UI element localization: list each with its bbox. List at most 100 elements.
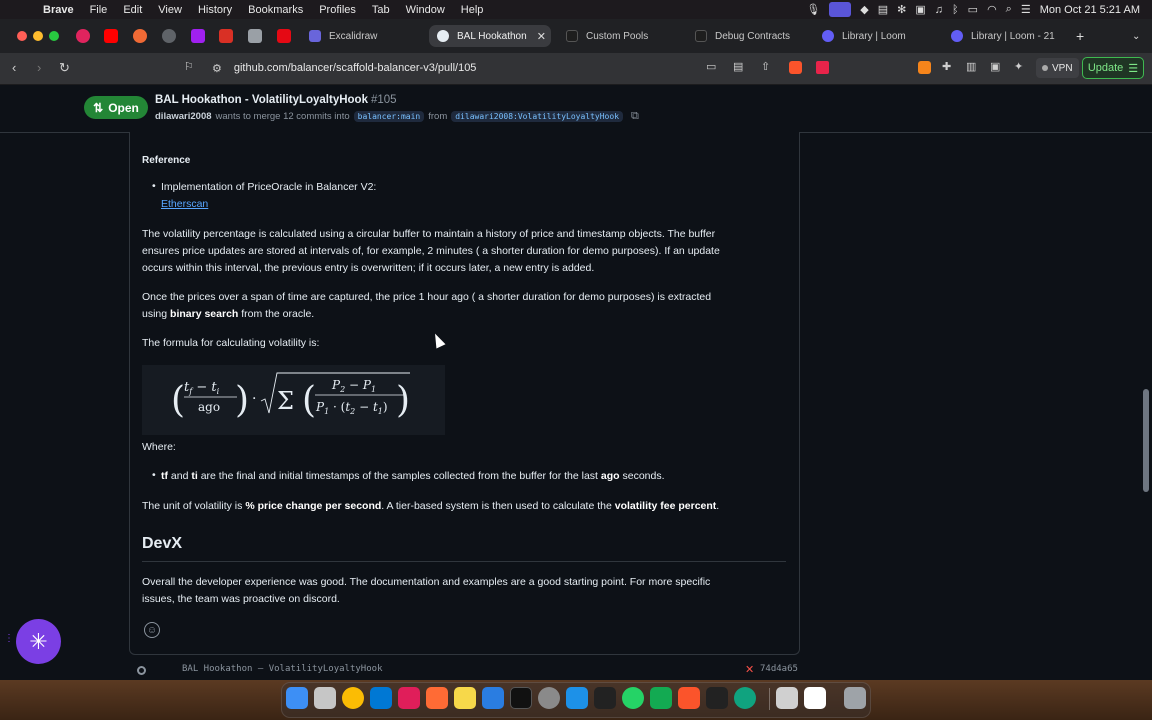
wifi-icon[interactable]: ◠	[987, 3, 997, 16]
trash-icon[interactable]	[844, 687, 866, 709]
screen-record-icon[interactable]	[829, 2, 852, 17]
menu-view[interactable]: View	[158, 4, 182, 16]
clipboard-icon[interactable]: ▤	[878, 3, 888, 16]
system-settings-icon[interactable]	[538, 687, 560, 709]
menu-window[interactable]: Window	[406, 4, 445, 16]
calendar-icon[interactable]	[804, 687, 826, 709]
tab-search-chevron-icon[interactable]: ⌄	[1132, 25, 1140, 47]
notes-icon[interactable]	[454, 687, 476, 709]
pr-author[interactable]: dilawari2008	[155, 111, 212, 122]
chrome-icon[interactable]	[342, 687, 364, 709]
pinned-tab-onenote-icon[interactable]	[191, 29, 205, 43]
mongodb-compass-icon[interactable]	[650, 687, 672, 709]
brave-shields-icon[interactable]	[789, 61, 802, 74]
back-icon[interactable]: ‹	[12, 60, 16, 75]
menu-history[interactable]: History	[198, 4, 232, 16]
reload-icon[interactable]: ↻	[59, 60, 70, 76]
microphone-icon[interactable]: 🎙	[806, 3, 820, 16]
tab-library-loom[interactable]: Library | Loom	[822, 25, 940, 47]
pinned-tab-record-icon[interactable]	[76, 29, 90, 43]
tab-debug-contracts[interactable]: Debug Contracts	[695, 25, 813, 47]
window-close-button[interactable]	[17, 31, 27, 41]
spotlight-search-icon[interactable]: ⌕	[1006, 3, 1012, 16]
postman-like-icon[interactable]	[594, 687, 616, 709]
menu-bookmarks[interactable]: Bookmarks	[248, 4, 303, 16]
pinned-tab-netflix-icon[interactable]	[277, 29, 291, 43]
finder-icon[interactable]	[286, 687, 308, 709]
close-tab-icon[interactable]: ✕	[537, 30, 546, 43]
vscode-icon[interactable]	[370, 687, 392, 709]
app-status-icon[interactable]: ✻	[897, 3, 906, 16]
pinned-tab-gmail-icon[interactable]	[219, 29, 233, 43]
check-failed-icon[interactable]: ✕	[745, 663, 754, 676]
control-center-icon[interactable]: ☰	[1021, 3, 1031, 16]
reference-heading: Reference	[142, 155, 191, 166]
chatgpt-app-icon[interactable]	[734, 687, 756, 709]
headphones-icon[interactable]: ♫	[935, 4, 943, 16]
tab-custom-pools[interactable]: Custom Pools	[566, 25, 684, 47]
extensions-puzzle-icon[interactable]: ✚	[942, 60, 951, 73]
window-minimize-button[interactable]	[33, 31, 43, 41]
pinned-tab-notion-icon[interactable]	[248, 29, 262, 43]
tab-excalidraw[interactable]: Excalidraw	[309, 25, 427, 47]
extension-icon[interactable]: ◆	[860, 3, 868, 16]
floating-app-button[interactable]: ✳	[16, 619, 61, 664]
site-settings-icon[interactable]: ⚙	[212, 62, 222, 75]
vpn-button[interactable]: VPN	[1036, 58, 1079, 78]
wallet-icon[interactable]: ▣	[990, 60, 1000, 73]
pull-request-icon: ⇅	[93, 100, 104, 115]
pen-app-icon[interactable]	[426, 687, 448, 709]
tab-bal-hookathon[interactable]: BAL Hookathon ✕	[429, 25, 551, 47]
brave-rewards-icon[interactable]	[816, 61, 829, 74]
launchpad-icon[interactable]	[314, 687, 336, 709]
menu-clock[interactable]: Mon Oct 21 5:21 AM	[1040, 4, 1140, 16]
add-reaction-smiley-icon[interactable]: ☺	[144, 622, 160, 638]
window-zoom-button[interactable]	[49, 31, 59, 41]
metamask-icon[interactable]	[918, 61, 931, 74]
docker-icon[interactable]	[566, 687, 588, 709]
menu-help[interactable]: Help	[461, 4, 484, 16]
menu-app-name[interactable]: Brave	[43, 4, 74, 16]
excalidraw-icon	[309, 30, 321, 42]
commit-sha[interactable]: 74d4a65	[760, 664, 798, 674]
formula-paren-right-2: )	[396, 380, 410, 421]
svg-text:P2 − P1: P2 − P1	[331, 378, 376, 394]
menu-file[interactable]: File	[90, 4, 108, 16]
base-branch[interactable]: balancer:main	[353, 111, 425, 122]
cursor-app-icon[interactable]	[706, 687, 728, 709]
new-tab-plus-icon[interactable]: +	[1076, 25, 1084, 47]
sidebar-icon[interactable]: ▥	[966, 60, 976, 73]
bookmark-icon[interactable]: ⚐	[184, 60, 194, 73]
brave-browser-icon[interactable]	[678, 687, 700, 709]
menu-tab[interactable]: Tab	[372, 4, 390, 16]
head-branch[interactable]: dilawari2008:VolatilityLoyaltyHook	[451, 111, 624, 122]
slack-icon[interactable]	[398, 687, 420, 709]
pinned-tab-chatgpt-icon[interactable]	[162, 29, 176, 43]
leo-ai-icon[interactable]: ✦	[1014, 60, 1023, 73]
commit-message[interactable]: BAL Hookathon – VolatilityLoyaltyHook	[182, 664, 382, 674]
pinned-tab-claude-icon[interactable]	[133, 29, 147, 43]
calculator-icon[interactable]	[776, 687, 798, 709]
cast-icon[interactable]: ▭	[706, 60, 716, 73]
tab-library-loom-21[interactable]: Library | Loom - 21	[951, 25, 1061, 47]
etherscan-link[interactable]: Etherscan	[161, 196, 208, 213]
url-text[interactable]: github.com/balancer/scaffold-balancer-v3…	[234, 62, 477, 74]
whatsapp-icon[interactable]	[622, 687, 644, 709]
preview-icon[interactable]	[482, 687, 504, 709]
address-bar[interactable]: ⚙ github.com/balancer/scaffold-balancer-…	[205, 58, 845, 78]
menu-profiles[interactable]: Profiles	[319, 4, 356, 16]
terminal-icon[interactable]	[510, 687, 532, 709]
reader-mode-icon[interactable]: ▤	[733, 60, 743, 73]
battery-icon[interactable]: ▭	[968, 3, 978, 16]
page-scrollbar-thumb[interactable]	[1143, 389, 1149, 492]
update-button[interactable]: Update ☰	[1082, 57, 1144, 79]
menu-edit[interactable]: Edit	[123, 4, 142, 16]
pinned-tab-youtube-icon[interactable]	[104, 29, 118, 43]
formula-paren-right-1: )	[235, 380, 249, 421]
document-icon[interactable]: ▣	[915, 3, 925, 16]
heading-divider	[142, 561, 786, 562]
share-icon[interactable]: ⇧	[761, 60, 770, 73]
forward-icon[interactable]: ›	[37, 60, 41, 75]
bluetooth-icon[interactable]: ᛒ	[952, 4, 959, 16]
copy-icon[interactable]: ⧉	[631, 110, 639, 123]
